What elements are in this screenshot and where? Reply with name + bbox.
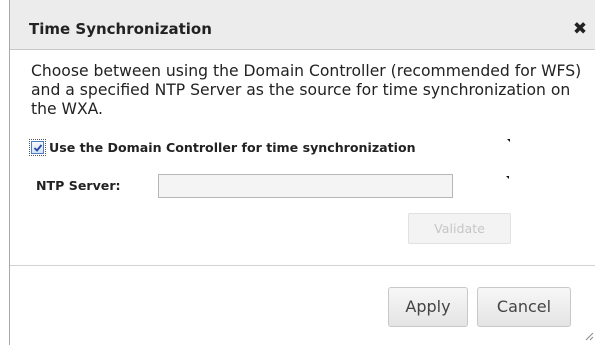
dialog-titlebar[interactable]: Time Synchronization ✖ [10, 0, 595, 50]
validate-button[interactable]: Validate [408, 213, 511, 244]
decorative-marker [507, 139, 510, 142]
use-domain-controller-checkbox[interactable] [29, 138, 46, 156]
dialog-description: Choose between using the Domain Controll… [31, 62, 582, 118]
checkmark-icon [33, 143, 43, 152]
time-sync-dialog: Time Synchronization ✖ Choose between us… [9, 0, 595, 345]
use-domain-controller-option[interactable]: Use the Domain Controller for time synch… [29, 138, 416, 156]
footer-divider [10, 265, 595, 266]
cancel-button[interactable]: Cancel [477, 287, 571, 327]
dialog-title: Time Synchronization [29, 20, 212, 38]
ntp-server-input[interactable] [158, 174, 453, 198]
decorative-marker [506, 176, 509, 179]
resize-grip-icon[interactable] [584, 331, 594, 341]
apply-button[interactable]: Apply [388, 287, 468, 327]
use-domain-controller-label[interactable]: Use the Domain Controller for time synch… [49, 140, 416, 155]
close-icon[interactable]: ✖ [572, 21, 588, 38]
ntp-server-label: NTP Server: [36, 178, 121, 193]
